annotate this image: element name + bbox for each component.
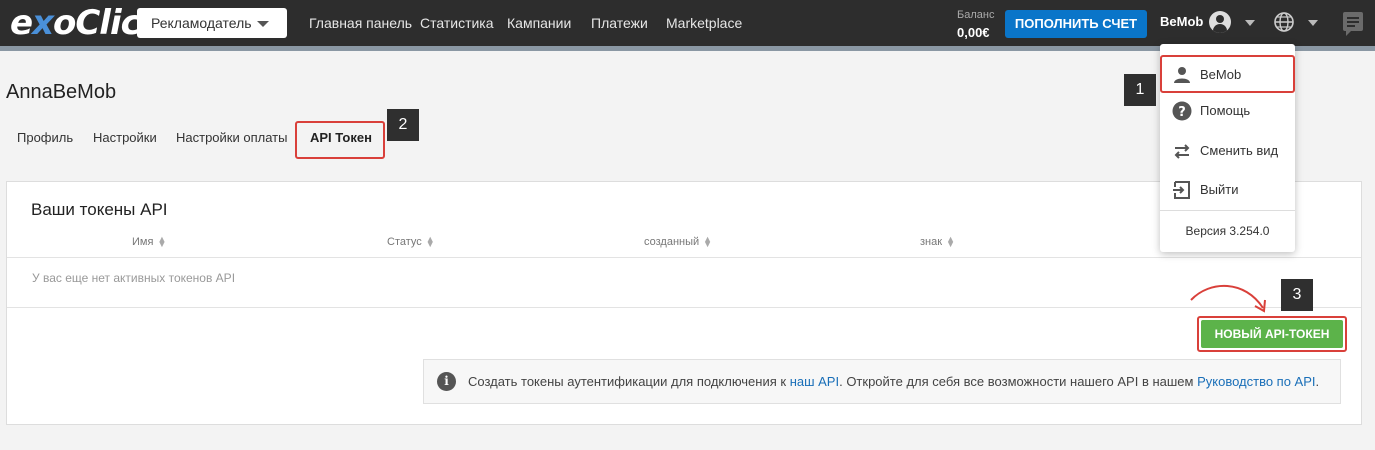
nav-marketplace[interactable]: Marketplace [666,14,742,32]
logout-icon [1173,181,1190,199]
menu-item-switch-view[interactable]: Сменить вид [1160,131,1295,171]
tab-payment-settings[interactable]: Настройки оплаты [176,130,287,145]
role-select-value: Рекламодатель [151,15,252,31]
nav-campaigns[interactable]: Кампании [507,14,571,32]
role-select[interactable]: Рекламодатель [137,8,287,38]
topup-button[interactable]: ПОПОЛНИТЬ СЧЕТ [1005,10,1147,38]
page-title: AnnaBeMob [6,81,117,103]
sort-icon: ▲ ▼ [703,234,713,250]
balance-value: 0,00€ [957,25,990,40]
column-header-sign[interactable]: знак ▲ ▼ [920,234,955,250]
help-icon: ? [1172,101,1192,121]
version-label: Версия 3.254.0 [1185,224,1270,238]
api-tokens-card: Ваши токены API Имя ▲ ▼ Статус ▲ ▼ созданный… [6,181,1362,425]
menu-item-logout[interactable]: Выйти [1160,170,1295,210]
api-guide-link[interactable]: Руководство по API [1197,374,1315,389]
highlight-bemob-item [1160,55,1295,93]
chevron-down-icon[interactable] [1308,20,1318,26]
highlight-api-tab [295,121,385,159]
column-header-status[interactable]: Статус ▲ ▼ [387,234,435,250]
user-icon[interactable] [1209,11,1231,33]
info-box: i Создать токены аутентификации для подк… [423,359,1341,404]
sort-icon: ▲ ▼ [425,234,435,250]
info-text: . Откройте для себя все возможности наше… [839,374,1198,389]
info-text: . [1315,374,1320,389]
arrow-annotation [1190,285,1266,313]
globe-icon[interactable] [1273,11,1295,33]
sort-icon: ▲ ▼ [946,234,955,250]
menu-item-help[interactable]: ? Помощь [1160,91,1295,131]
tab-profile[interactable]: Профиль [17,130,73,145]
highlight-new-token [1197,316,1347,352]
user-name[interactable]: BeMob [1160,14,1203,29]
info-icon: i [437,372,456,391]
tab-settings[interactable]: Настройки [93,130,157,145]
step-marker-3: 3 [1281,279,1313,311]
swap-icon [1174,144,1190,159]
chevron-down-icon [257,21,269,27]
info-text: Создать токены аутентификации для подклю… [468,374,790,389]
nav-statistics[interactable]: Статистика [420,14,494,32]
column-header-name[interactable]: Имя ▲ ▼ [132,234,167,250]
step-marker-2: 2 [387,109,419,141]
menu-item-label: Сменить вид [1200,143,1279,158]
menu-divider [1160,210,1295,211]
table-footer-divider [7,307,1361,308]
sort-icon: ▲ ▼ [157,234,167,250]
nav-dashboard[interactable]: Главная панель [309,14,412,32]
chevron-down-icon[interactable] [1245,20,1255,26]
menu-item-label: Помощь [1200,103,1251,118]
svg-text:?: ? [1178,105,1186,120]
nav-payments[interactable]: Платежи [591,14,648,32]
step-marker-1: 1 [1124,74,1156,106]
chat-icon[interactable] [1343,12,1363,36]
menu-item-label: Выйти [1200,182,1239,197]
api-link[interactable]: наш API [790,374,839,389]
balance-label: Баланс [957,9,995,21]
table-header-divider [7,257,1361,258]
empty-state-text: У вас еще нет активных токенов API [32,271,236,285]
card-title: Ваши токены API [31,200,168,219]
column-header-created[interactable]: созданный ▲ ▼ [644,234,713,250]
